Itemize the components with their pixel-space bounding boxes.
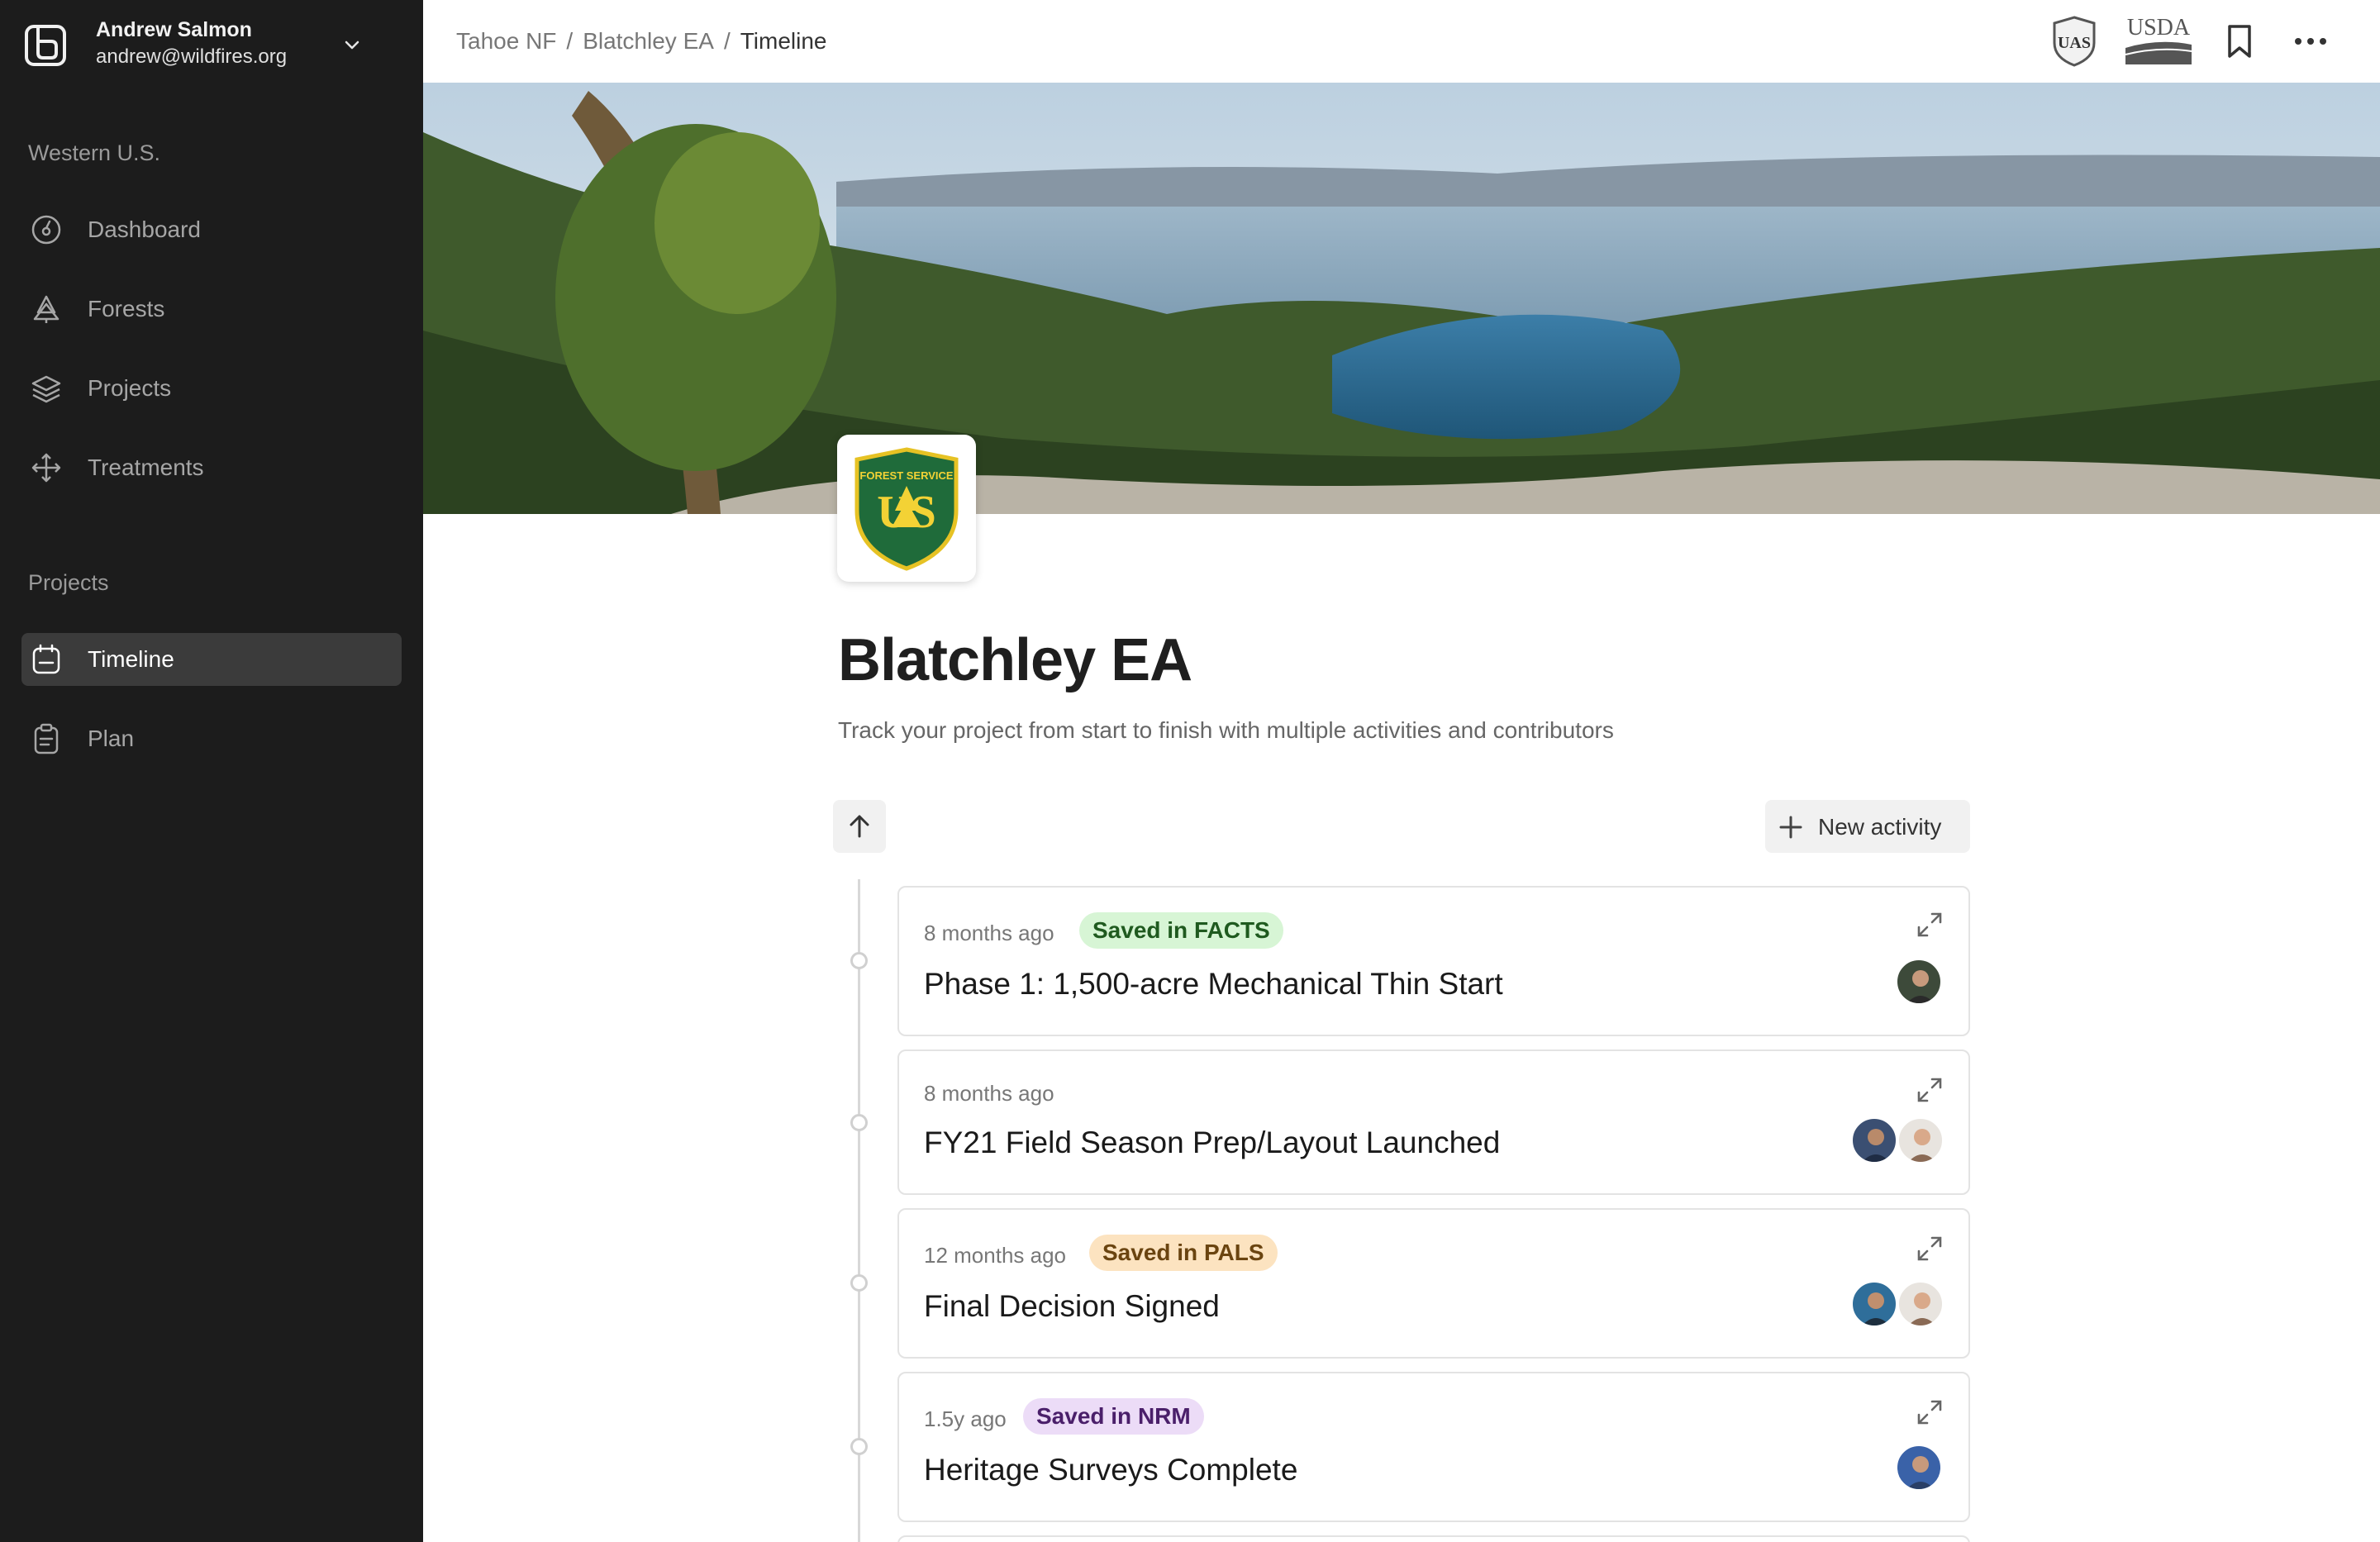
activity-card[interactable]: 12 months ago Saved in PALS Final Decisi… [897, 1208, 1970, 1359]
arrow-up-icon [850, 815, 869, 838]
top-bar: Tahoe NF / Blatchley EA / Timeline UAS U… [423, 0, 2380, 83]
more-options-icon[interactable] [2292, 30, 2329, 53]
sidebar-item-plan[interactable]: Plan [21, 712, 402, 765]
project-logo: FOREST SERVICE US [837, 435, 976, 582]
sidebar-item-label: Treatments [88, 455, 204, 480]
forest-service-shield-icon: UAS [2053, 16, 2096, 67]
activity-time: 1.5y ago [924, 1406, 1007, 1431]
sidebar-item-timeline[interactable]: Timeline [21, 633, 402, 686]
avatar[interactable] [1897, 1117, 1944, 1164]
status-badge: Saved in FACTS [1079, 912, 1283, 949]
sidebar-item-treatments[interactable]: Treatments [21, 441, 402, 494]
avatar[interactable] [1896, 959, 1942, 1005]
expand-icon[interactable] [1916, 1398, 1944, 1426]
timeline-dot [850, 1114, 868, 1131]
activity-title: Heritage Surveys Complete [924, 1453, 1298, 1487]
activity-time: 12 months ago [924, 1243, 1067, 1268]
status-badge: Saved in PALS [1089, 1235, 1278, 1271]
svg-text:UAS: UAS [2058, 34, 2091, 52]
breadcrumb: Tahoe NF / Blatchley EA / Timeline [456, 28, 827, 55]
activity-card-partial[interactable] [897, 1535, 1970, 1542]
plus-icon [1779, 816, 1802, 839]
move-icon [31, 453, 61, 483]
sidebar-item-label: Plan [88, 726, 135, 751]
clipboard-icon [34, 723, 59, 754]
timeline-dot [850, 1274, 868, 1292]
chevron-down-icon[interactable] [340, 33, 364, 56]
activity-title: Final Decision Signed [924, 1289, 1220, 1323]
app-logo-icon [25, 25, 66, 66]
sidebar-item-label: Dashboard [88, 217, 201, 242]
status-badge: Saved in NRM [1023, 1398, 1204, 1435]
sidebar-item-forests[interactable]: Forests [21, 283, 402, 336]
page-title: Blatchley EA [838, 627, 1192, 693]
expand-icon[interactable] [1916, 1076, 1944, 1104]
avatar[interactable] [1896, 1444, 1942, 1491]
sidebar-item-label: Forests [88, 296, 165, 321]
bookmark-icon[interactable] [2223, 23, 2256, 59]
usda-logo-text: USDA [2127, 15, 2191, 40]
scroll-up-button[interactable] [833, 800, 886, 853]
new-activity-button[interactable]: New activity [1765, 800, 1970, 853]
avatar[interactable] [1897, 1281, 1944, 1327]
page-subtitle: Track your project from start to finish … [838, 717, 1614, 743]
account-switcher[interactable]: Andrew Salmon andrew@wildfires.org [23, 18, 412, 74]
new-activity-label: New activity [1818, 814, 1942, 840]
usda-logo-icon: USDA [2124, 15, 2193, 66]
user-email: andrew@wildfires.org [96, 45, 288, 68]
cover-image [423, 83, 2380, 514]
projects-section-label: Projects [28, 570, 109, 595]
calendar-icon [32, 644, 60, 674]
breadcrumb-item[interactable]: Tahoe NF [456, 28, 556, 55]
avatar[interactable] [1851, 1117, 1897, 1164]
sidebar-item-projects[interactable]: Projects [21, 362, 402, 415]
activity-card[interactable]: 8 months ago Saved in FACTS Phase 1: 1,5… [897, 886, 1970, 1036]
layers-icon [31, 375, 61, 403]
activity-card[interactable]: 8 months ago FY21 Field Season Prep/Layo… [897, 1049, 1970, 1195]
dashboard-icon [31, 215, 61, 245]
timeline-dot [850, 952, 868, 969]
sidebar-item-dashboard[interactable]: Dashboard [21, 203, 402, 256]
sidebar-item-label: Projects [88, 375, 172, 401]
sidebar-item-label: Timeline [88, 646, 174, 672]
avatar[interactable] [1851, 1281, 1897, 1327]
activity-card[interactable]: 1.5y ago Saved in NRM Heritage Surveys C… [897, 1372, 1970, 1522]
activity-time: 8 months ago [924, 1081, 1054, 1106]
sidebar: Andrew Salmon andrew@wildfires.org Weste… [0, 0, 423, 1542]
expand-icon[interactable] [1916, 911, 1944, 939]
activity-title: Phase 1: 1,500-acre Mechanical Thin Star… [924, 967, 1503, 1001]
expand-icon[interactable] [1916, 1235, 1944, 1263]
activity-title: FY21 Field Season Prep/Layout Launched [924, 1126, 1501, 1159]
timeline-dot [850, 1438, 868, 1455]
breadcrumb-current: Timeline [740, 28, 827, 54]
region-label: Western U.S. [28, 140, 161, 165]
breadcrumb-item[interactable]: Blatchley EA [583, 28, 714, 55]
activity-time: 8 months ago [924, 921, 1054, 945]
tree-icon [33, 295, 60, 323]
user-name: Andrew Salmon [96, 18, 252, 41]
logo-ring-text: FOREST SERVICE [859, 469, 954, 482]
